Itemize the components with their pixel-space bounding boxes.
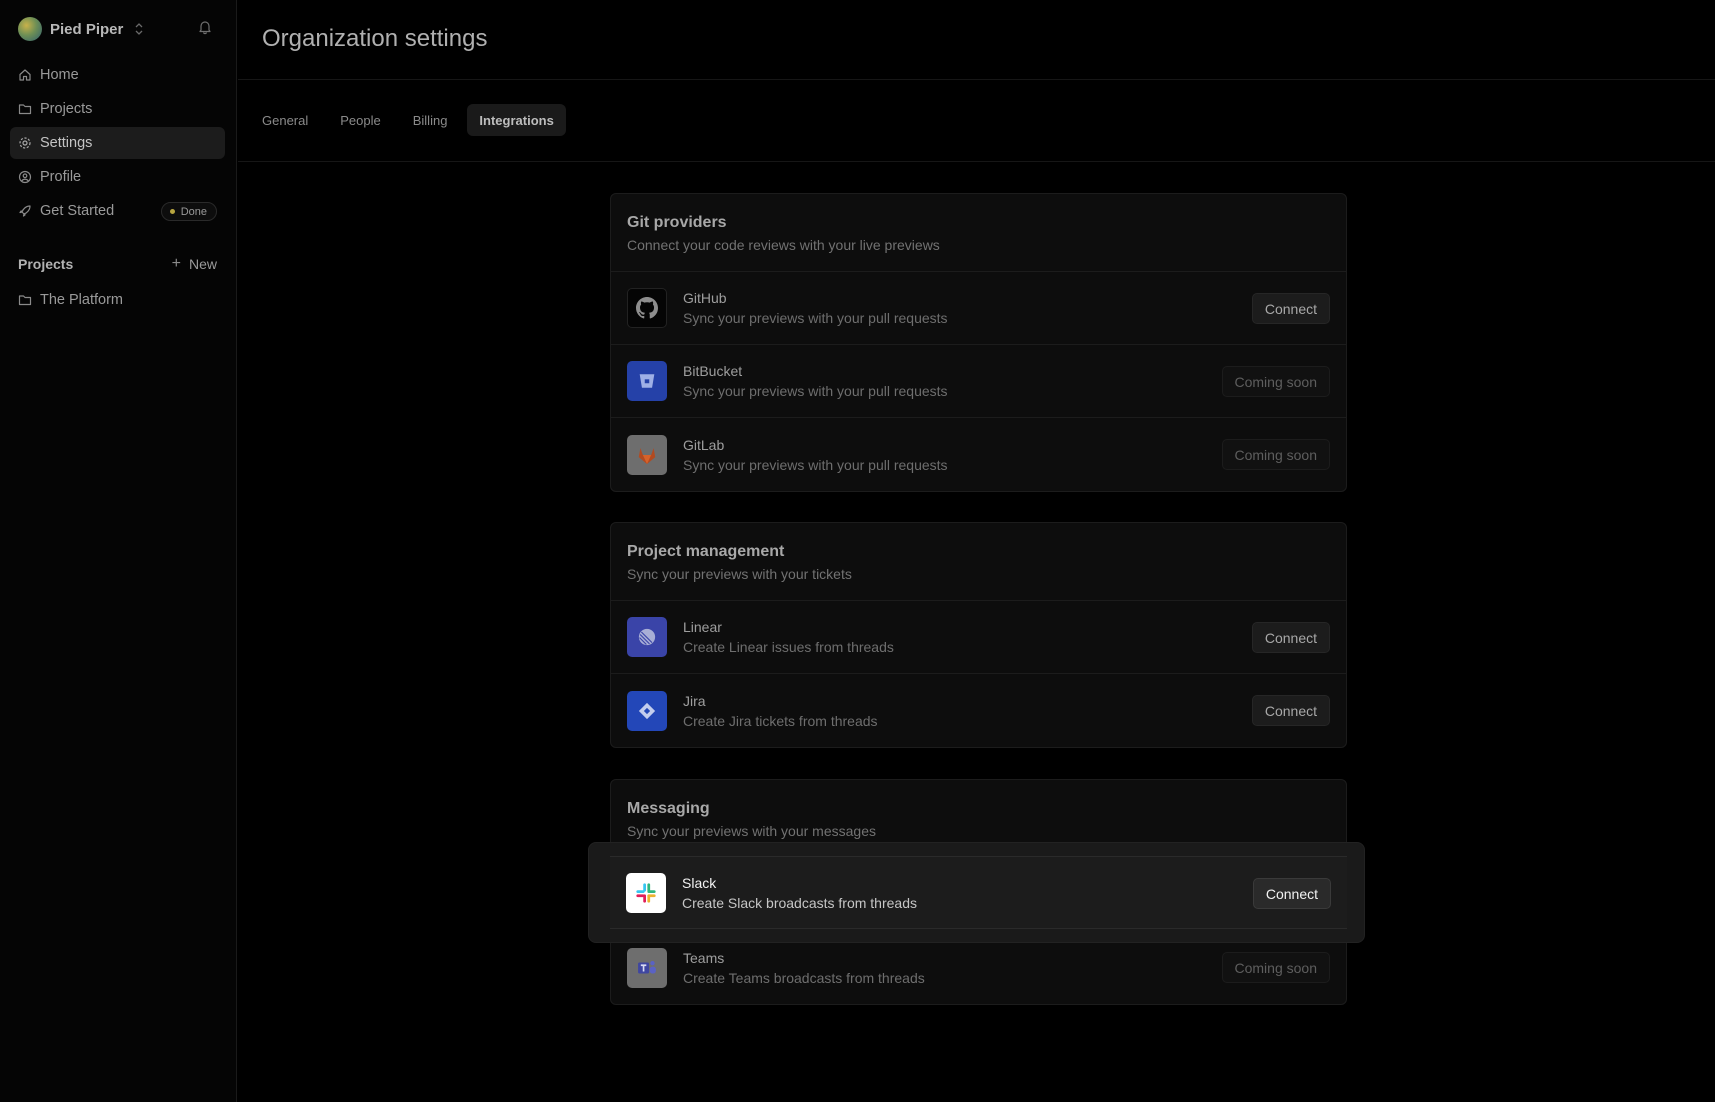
divider — [238, 79, 1715, 80]
org-switcher[interactable]: Pied Piper — [18, 17, 218, 41]
integration-name: Teams — [683, 949, 725, 966]
card-title: Project management — [627, 543, 785, 560]
bell-icon[interactable] — [197, 19, 215, 37]
new-project-label: New — [188, 256, 217, 272]
linear-icon — [627, 617, 667, 657]
sidebar-item-settings[interactable]: Settings — [10, 127, 225, 159]
sidebar-item-label: Get Started — [40, 203, 115, 219]
card-header: Git providers Connect your code reviews … — [611, 194, 1346, 272]
integration-description: Sync your previews with your pull reques… — [683, 310, 948, 326]
rocket-icon — [18, 204, 32, 218]
connect-button[interactable]: Connect — [1252, 878, 1331, 909]
sidebar-item-profile[interactable]: Profile — [10, 161, 225, 193]
integration-description: Create Slack broadcasts from threads — [682, 894, 917, 911]
gear-icon — [18, 136, 32, 150]
integration-description: Create Jira tickets from threads — [683, 712, 878, 729]
integration-description: Sync your previews with your pull reques… — [683, 456, 948, 473]
slack-icon — [626, 872, 666, 913]
integration-info: BitBucket Sync your previews with your p… — [683, 363, 948, 399]
tab-people[interactable]: People — [328, 104, 392, 136]
card-title: Messaging — [627, 800, 710, 817]
sidebar-item-get-started[interactable]: Get Started Done — [10, 195, 225, 227]
org-avatar — [18, 17, 42, 41]
sidebar-item-projects[interactable]: Projects — [10, 93, 225, 125]
card-subtitle: Sync your previews with your tickets — [627, 566, 852, 582]
integration-row-bitbucket: BitBucket Sync your previews with your p… — [611, 345, 1346, 418]
integration-info: GitHub Sync your previews with your pull… — [683, 290, 948, 326]
divider — [238, 161, 1715, 162]
git-providers-card: Git providers Connect your code reviews … — [610, 193, 1347, 492]
sidebar-item-label: Home — [40, 67, 79, 83]
gitlab-icon — [627, 434, 667, 475]
integration-description: Create Teams broadcasts from threads — [683, 969, 925, 986]
plus-icon: + — [171, 255, 181, 272]
chevron-up-down-icon — [135, 23, 143, 35]
integration-row-slack: Slack Create Slack broadcasts from threa… — [610, 856, 1347, 929]
integration-info: Jira Create Jira tickets from threads — [683, 693, 878, 729]
integration-info: Teams Create Teams broadcasts from threa… — [683, 950, 925, 986]
projects-heading: Projects — [18, 256, 74, 272]
org-name: Pied Piper — [50, 20, 124, 38]
integration-row-jira: Jira Create Jira tickets from threads Co… — [611, 674, 1346, 747]
settings-tabs: General People Billing Integrations — [250, 104, 574, 136]
projects-list: The Platform — [10, 284, 225, 318]
coming-soon-button: Coming soon — [1221, 366, 1330, 397]
tab-general[interactable]: General — [250, 104, 320, 136]
sidebar-nav: Home Projects Settings Profile Get Start… — [10, 59, 225, 229]
main-content: Organization settings General People Bil… — [238, 0, 1715, 1102]
integration-row-github: GitHub Sync your previews with your pull… — [611, 272, 1346, 345]
sidebar: Pied Piper Home Projects Settings Profil… — [0, 0, 237, 1102]
sidebar-item-label: Profile — [40, 169, 82, 185]
card-subtitle: Sync your previews with your messages — [627, 823, 876, 839]
projects-section-header: Projects + New — [18, 254, 217, 274]
connect-button[interactable]: Connect — [1251, 293, 1330, 324]
home-icon — [18, 68, 32, 82]
integration-name: Slack — [682, 874, 717, 891]
github-icon — [627, 288, 667, 328]
integration-row-gitlab: GitLab Sync your previews with your pull… — [611, 418, 1346, 491]
teams-icon — [627, 947, 667, 988]
project-management-card: Project management Sync your previews wi… — [610, 522, 1347, 748]
integration-name: Linear — [683, 619, 722, 635]
integration-row-linear: Linear Create Linear issues from threads… — [611, 601, 1346, 674]
integration-info: Linear Create Linear issues from threads — [683, 619, 894, 655]
page-title: Organization settings — [262, 25, 488, 52]
connect-button[interactable]: Connect — [1251, 622, 1330, 653]
jira-icon — [627, 690, 667, 731]
card-header: Project management Sync your previews wi… — [611, 523, 1346, 601]
sidebar-item-label: Settings — [40, 135, 93, 151]
sidebar-item-home[interactable]: Home — [10, 59, 225, 91]
integration-name: BitBucket — [683, 363, 743, 379]
sidebar-item-label: The Platform — [40, 292, 123, 308]
folder-icon — [18, 102, 32, 116]
integration-description: Create Linear issues from threads — [683, 639, 894, 655]
coming-soon-button: Coming soon — [1221, 952, 1330, 983]
sidebar-item-label: Projects — [40, 101, 93, 117]
new-project-button[interactable]: + New — [172, 255, 217, 273]
folder-icon — [18, 293, 32, 307]
bitbucket-icon — [627, 361, 667, 401]
integration-info: GitLab Sync your previews with your pull… — [683, 437, 948, 473]
card-title: Git providers — [627, 214, 727, 231]
integration-info: Slack Create Slack broadcasts from threa… — [682, 875, 917, 911]
sidebar-item-project[interactable]: The Platform — [10, 284, 225, 316]
tab-integrations[interactable]: Integrations — [467, 104, 566, 136]
status-badge-label: Done — [180, 205, 207, 218]
user-circle-icon — [18, 170, 32, 184]
tab-billing[interactable]: Billing — [401, 104, 460, 136]
card-subtitle: Connect your code reviews with your live… — [627, 237, 940, 253]
coming-soon-button: Coming soon — [1221, 439, 1330, 470]
status-dot — [169, 209, 175, 214]
integration-name: Jira — [683, 692, 706, 709]
integration-name: GitHub — [683, 290, 727, 306]
status-badge: Done — [160, 202, 217, 221]
integration-description: Sync your previews with your pull reques… — [683, 383, 948, 399]
integration-name: GitLab — [683, 436, 725, 453]
connect-button[interactable]: Connect — [1251, 695, 1330, 726]
